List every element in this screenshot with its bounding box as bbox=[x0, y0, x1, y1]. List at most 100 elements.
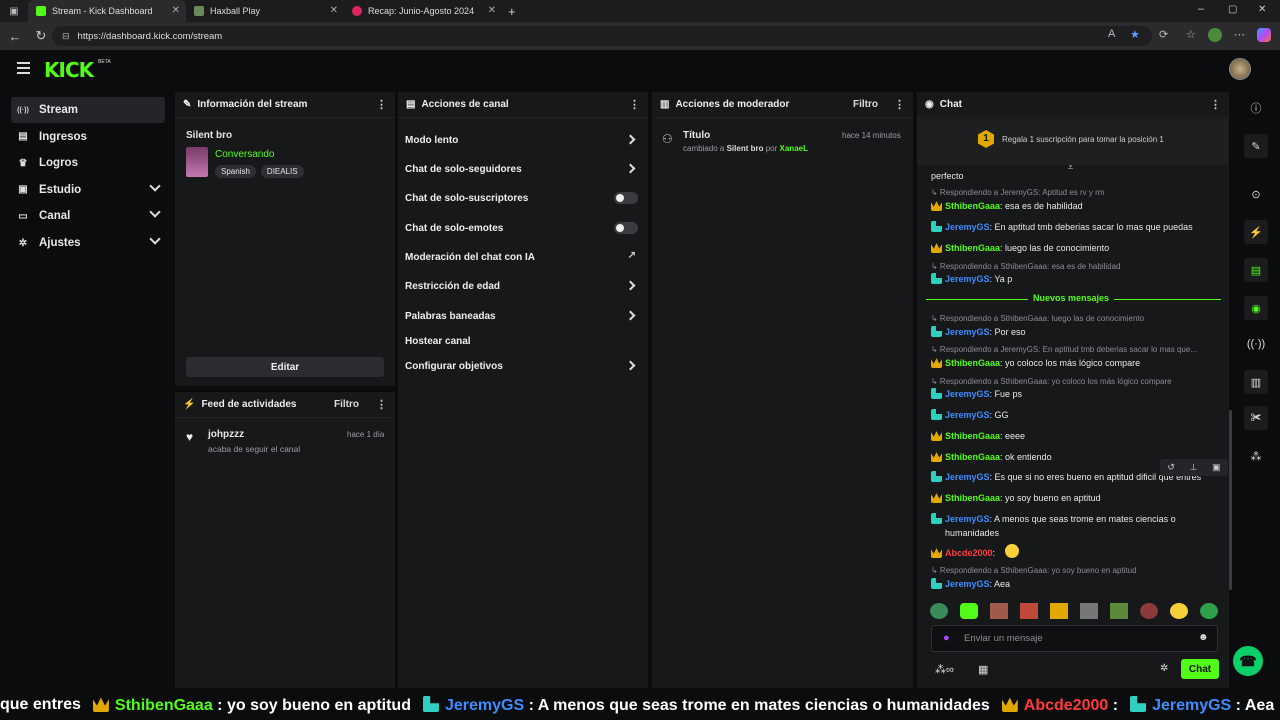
kick-logo[interactable]: KICK bbox=[44, 58, 94, 82]
emote-icon[interactable] bbox=[1140, 603, 1158, 619]
chat-username[interactable]: JeremyGS bbox=[945, 514, 990, 524]
browser-tab-haxball[interactable]: Haxball Play ✕ bbox=[186, 0, 344, 22]
channel-action-item[interactable]: Chat de solo-seguidores bbox=[405, 160, 638, 178]
external-link-icon[interactable]: ↗ bbox=[628, 250, 636, 261]
emote-icon[interactable] bbox=[1020, 603, 1038, 619]
chat-username[interactable]: SthibenGaaa bbox=[945, 243, 1000, 253]
chevron-right-icon[interactable] bbox=[625, 360, 636, 371]
chat-username[interactable]: Abcde2000 bbox=[945, 548, 993, 558]
refresh-extension-icon[interactable]: ⟳ bbox=[1159, 28, 1168, 41]
chevron-right-icon[interactable] bbox=[625, 280, 636, 291]
activity-user[interactable]: johpzzz bbox=[208, 429, 244, 440]
tools-icon[interactable]: ✀ bbox=[1244, 406, 1268, 430]
user-avatar[interactable] bbox=[1229, 58, 1251, 80]
tab-actions-icon[interactable]: ▣ bbox=[0, 6, 28, 17]
chevron-right-icon[interactable] bbox=[625, 310, 636, 321]
chat-message[interactable]: JeremyGS: Aea bbox=[931, 577, 1221, 591]
edit-icon[interactable]: ✎ bbox=[1244, 134, 1268, 158]
kebab-menu-icon[interactable]: ⋮ bbox=[1210, 98, 1221, 111]
channel-action-item[interactable]: Configurar objetivos bbox=[405, 357, 638, 375]
channel-action-item[interactable]: Chat de solo-suscriptores bbox=[405, 189, 638, 207]
chevron-down-icon[interactable] bbox=[149, 180, 161, 192]
site-info-icon[interactable]: ⊟ bbox=[62, 31, 70, 42]
chat-message[interactable]: JeremyGS: A menos que seas trome en mate… bbox=[931, 512, 1221, 540]
chat-username[interactable]: SthibenGaaa bbox=[945, 358, 1000, 368]
back-icon[interactable]: ← bbox=[2, 29, 28, 44]
chat-message[interactable]: JeremyGS: Fue ps bbox=[931, 387, 1221, 401]
chat-message[interactable]: perfecto bbox=[931, 169, 1221, 183]
sidebar-item-ingresos[interactable]: ▤ Ingresos bbox=[11, 124, 165, 150]
chat-username[interactable]: SthibenGaaa bbox=[945, 201, 1000, 211]
mod-action-user[interactable]: XanaeL bbox=[780, 144, 808, 153]
emote-icon[interactable] bbox=[1050, 603, 1068, 619]
chat-username[interactable]: JeremyGS bbox=[945, 472, 990, 482]
flash-icon[interactable]: ⚡ bbox=[1244, 220, 1268, 244]
reply-icon[interactable]: ↺ bbox=[1167, 462, 1175, 473]
channel-action-item[interactable]: Modo lento bbox=[405, 131, 638, 149]
store-icon[interactable]: ▦ bbox=[978, 663, 988, 676]
chat-icon[interactable]: ◉ bbox=[1244, 296, 1268, 320]
read-aloud-icon[interactable]: A bbox=[1108, 28, 1115, 40]
chevron-down-icon[interactable] bbox=[149, 206, 161, 219]
kebab-menu-icon[interactable]: ⋮ bbox=[894, 98, 905, 111]
sidebar-item-logros[interactable]: ♛ Logros bbox=[11, 150, 165, 176]
chat-message[interactable]: JeremyGS: Ya p bbox=[931, 272, 1221, 286]
chevron-right-icon[interactable] bbox=[625, 163, 636, 174]
chat-message[interactable]: JeremyGS: En aptitud tmb deberias sacar … bbox=[931, 220, 1221, 234]
reload-icon[interactable]: ↻ bbox=[28, 28, 54, 44]
emote-icon[interactable] bbox=[1110, 603, 1128, 619]
emote-icon[interactable] bbox=[960, 603, 978, 619]
edit-button[interactable]: Editar bbox=[186, 357, 384, 377]
sidebar-item-estudio[interactable]: ▣ Estudio bbox=[11, 177, 165, 203]
new-tab-icon[interactable]: + bbox=[508, 4, 516, 19]
copilot-icon[interactable] bbox=[1257, 28, 1271, 42]
gift-banner[interactable]: 1 Regala 1 suscripción para tomar la pos… bbox=[917, 119, 1229, 165]
mic-icon[interactable]: ● bbox=[943, 632, 950, 644]
address-bar[interactable]: ⊟ https://dashboard.kick.com/stream bbox=[52, 26, 1152, 46]
record-icon[interactable]: ⊙ bbox=[1244, 182, 1268, 206]
close-tab-icon[interactable]: ✕ bbox=[172, 5, 180, 16]
maximize-icon[interactable]: ▢ bbox=[1228, 4, 1237, 15]
favorites-icon[interactable]: ☆ bbox=[1186, 28, 1196, 41]
chat-message[interactable]: SthibenGaaa: yo soy bueno en aptitud bbox=[931, 491, 1221, 505]
chat-username[interactable]: JeremyGS bbox=[945, 222, 990, 232]
category-name[interactable]: Conversando bbox=[215, 149, 274, 160]
sidebar-item-stream[interactable]: ((·)) Stream bbox=[11, 97, 165, 123]
chat-scrollbar[interactable] bbox=[1229, 410, 1232, 590]
chevron-right-icon[interactable] bbox=[625, 134, 636, 145]
filter-button[interactable]: Filtro bbox=[853, 99, 878, 110]
emoji-icon[interactable]: ☻ bbox=[1198, 632, 1209, 643]
browser-tab-recap[interactable]: Recap: Junio-Agosto 2024 ✕ bbox=[344, 0, 502, 22]
channel-action-item[interactable]: Chat de solo-emotes bbox=[405, 219, 638, 237]
send-chat-button[interactable]: Chat bbox=[1181, 659, 1219, 679]
close-tab-icon[interactable]: ✕ bbox=[330, 5, 338, 16]
menu-icon[interactable] bbox=[17, 62, 30, 77]
emote-icon[interactable] bbox=[990, 603, 1008, 619]
emote-icon[interactable] bbox=[1170, 603, 1188, 619]
chat-message[interactable]: SthibenGaaa: yo coloco los más lógico co… bbox=[931, 356, 1221, 370]
kebab-menu-icon[interactable]: ⋮ bbox=[376, 98, 387, 111]
settings-gear-icon[interactable]: ✲ bbox=[1160, 663, 1168, 674]
close-window-icon[interactable]: ✕ bbox=[1258, 4, 1266, 15]
channel-action-item[interactable]: Palabras baneadas bbox=[405, 307, 638, 325]
emote-icon[interactable] bbox=[1080, 603, 1098, 619]
chat-username[interactable]: JeremyGS bbox=[945, 410, 990, 420]
broadcast-icon[interactable]: ((·)) bbox=[1244, 332, 1268, 356]
chevron-down-icon[interactable] bbox=[149, 233, 161, 245]
channel-action-item[interactable]: Restricción de edad bbox=[405, 277, 638, 295]
favorite-star-icon[interactable]: ★ bbox=[1130, 28, 1140, 41]
chat-message[interactable]: Abcde2000: bbox=[931, 546, 1221, 560]
delete-icon[interactable]: ▣ bbox=[1212, 462, 1221, 473]
emote-icon[interactable] bbox=[930, 603, 948, 619]
chat-username[interactable]: SthibenGaaa bbox=[945, 431, 1000, 441]
close-tab-icon[interactable]: ✕ bbox=[488, 5, 496, 16]
info-icon[interactable]: ⓘ bbox=[1244, 96, 1268, 120]
chat-message[interactable]: SthibenGaaa: esa es de habilidad bbox=[931, 199, 1221, 213]
chat-username[interactable]: SthibenGaaa bbox=[945, 493, 1000, 503]
toggle-switch[interactable] bbox=[614, 192, 638, 204]
chat-username[interactable]: JeremyGS bbox=[945, 327, 990, 337]
chat-message[interactable]: SthibenGaaa: luego las de conocimiento bbox=[931, 241, 1221, 255]
chat-username[interactable]: SthibenGaaa bbox=[945, 452, 1000, 462]
kebab-menu-icon[interactable]: ⋮ bbox=[629, 98, 640, 111]
chat-username[interactable]: JeremyGS bbox=[945, 274, 990, 284]
